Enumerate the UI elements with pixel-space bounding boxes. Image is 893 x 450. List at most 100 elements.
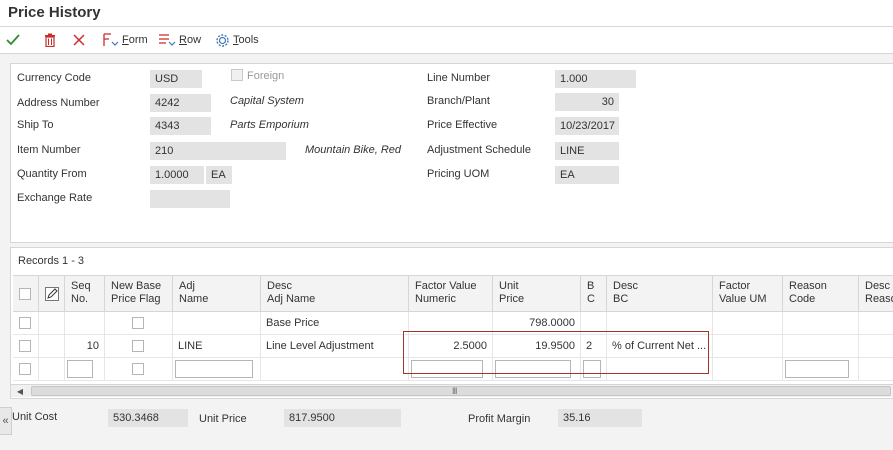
quantity-from-label: Quantity From <box>17 168 87 180</box>
cell-factor-um <box>713 358 783 381</box>
bc-input[interactable] <box>583 360 601 378</box>
address-number-label: Address Number <box>17 97 100 109</box>
cell-desc-bc: % of Current Net ... <box>607 335 713 358</box>
row-menu-button[interactable]: Row <box>158 31 201 49</box>
select-all-checkbox[interactable] <box>19 288 31 300</box>
col-header-factor[interactable]: Factor Value Numeric <box>409 276 493 312</box>
new-base-checkbox[interactable] <box>132 317 144 329</box>
cell-new-base <box>105 358 173 381</box>
cell-bc <box>581 312 607 335</box>
cancel-button[interactable] <box>72 31 86 49</box>
cell-desc-reason <box>859 358 893 381</box>
ship-to-field[interactable]: 4343 <box>150 117 211 135</box>
scroll-thumb[interactable]: III <box>31 386 891 396</box>
title-bar: Price History <box>0 0 893 27</box>
cell-unit-price: 19.9500 <box>493 335 581 358</box>
pricing-uom-field[interactable]: EA <box>555 166 619 184</box>
col-header-desc-adj[interactable]: Desc Adj Name <box>261 276 409 312</box>
trash-icon <box>45 33 55 47</box>
edit-pencil-icon[interactable] <box>45 287 59 301</box>
unit-cost-field[interactable]: 530.3468 <box>108 409 188 427</box>
unit-price-label: Unit Price <box>199 413 247 425</box>
profit-margin-label: Profit Margin <box>468 413 531 425</box>
tools-menu-button[interactable]: Tools <box>215 31 259 49</box>
col-header-new-base[interactable]: New Base Price Flag <box>105 276 173 312</box>
col-header-line1: Factor <box>719 280 751 292</box>
adjustment-schedule-field[interactable]: LINE <box>555 142 619 160</box>
col-header-line1: Desc <box>613 280 639 292</box>
col-header-line2: BC <box>613 293 629 305</box>
row-checkbox[interactable] <box>19 317 31 329</box>
exchange-rate-field[interactable] <box>150 190 230 208</box>
grid-panel: Records 1 - 3 Seq No. New Base Price Flag … <box>10 247 893 399</box>
branch-plant-label: Branch/Plant <box>427 95 490 107</box>
col-header-adj-name[interactable]: Adj Name <box>173 276 261 312</box>
quantity-uom-field[interactable]: EA <box>206 166 232 184</box>
ok-button[interactable] <box>6 31 20 49</box>
col-header-reason[interactable]: Reason Code <box>783 276 859 312</box>
row-select-cell <box>13 358 39 381</box>
foreign-checkbox[interactable] <box>231 69 243 81</box>
row-action-cell <box>39 335 65 358</box>
currency-code-field[interactable]: USD <box>150 70 202 88</box>
currency-code-label: Currency Code <box>17 72 91 84</box>
price-effective-field[interactable]: 10/23/2017 <box>555 117 619 135</box>
cell-desc-reason <box>859 312 893 335</box>
cell-desc-adj <box>261 358 409 381</box>
col-header-seq[interactable]: Seq No. <box>65 276 105 312</box>
unit-price-field[interactable]: 817.9500 <box>284 409 401 427</box>
col-header-factor-um[interactable]: Factor Value UM <box>713 276 783 312</box>
col-header-line1: Unit <box>499 280 519 292</box>
cell-new-base <box>105 335 173 358</box>
row-action-cell <box>39 358 65 381</box>
delete-button[interactable] <box>44 31 56 49</box>
reason-input[interactable] <box>785 360 849 378</box>
ship-to-desc: Parts Emporium <box>230 119 309 131</box>
header-panel: Currency Code USD Foreign Address Number… <box>10 63 893 243</box>
seq-input[interactable] <box>67 360 93 378</box>
factor-input[interactable] <box>411 360 483 378</box>
form-menu-label: Form <box>122 34 148 46</box>
item-number-field[interactable]: 210 <box>150 142 286 160</box>
col-header-line2: Numeric <box>415 293 456 305</box>
address-number-desc: Capital System <box>230 95 304 107</box>
cell-unit-price <box>493 358 581 381</box>
new-base-checkbox[interactable] <box>132 340 144 352</box>
unit-price-input[interactable] <box>495 360 571 378</box>
scroll-left-icon[interactable]: ◀ <box>13 386 27 397</box>
cell-reason <box>783 335 859 358</box>
address-number-field[interactable]: 4242 <box>150 94 211 112</box>
col-header-bc[interactable]: BC <box>581 276 607 312</box>
select-all-cell <box>13 276 39 312</box>
profit-margin-field[interactable]: 35.16 <box>558 409 642 427</box>
table-row-new[interactable] <box>13 358 893 381</box>
line-number-field[interactable]: 1.000 <box>555 70 636 88</box>
row-checkbox[interactable] <box>19 363 31 375</box>
col-header-desc-bc[interactable]: Desc BC <box>607 276 713 312</box>
col-header-line2: No. <box>71 293 89 305</box>
price-effective-label: Price Effective <box>427 119 498 131</box>
col-header-unit-price[interactable]: Unit Price <box>493 276 581 312</box>
table-row[interactable]: Base Price 798.0000 <box>13 312 893 335</box>
row-checkbox[interactable] <box>19 340 31 352</box>
adj-name-input[interactable] <box>175 360 253 378</box>
quantity-from-field[interactable]: 1.0000 <box>150 166 204 184</box>
branch-plant-field[interactable]: 30 <box>555 93 619 111</box>
col-header-line2: Adj Name <box>267 293 316 305</box>
cell-adj-name: LINE <box>173 335 261 358</box>
cell-desc-reason <box>859 335 893 358</box>
new-base-checkbox[interactable] <box>132 363 144 375</box>
cell-factor: 2.5000 <box>409 335 493 358</box>
page-title: Price History <box>8 4 101 21</box>
row-action-header <box>39 276 65 312</box>
horizontal-scrollbar[interactable]: ◀ III <box>11 384 893 397</box>
table-row[interactable]: 10 LINE Line Level Adjustment 2.5000 19.… <box>13 335 893 358</box>
cell-desc-adj: Base Price <box>261 312 409 335</box>
row-icon <box>159 34 176 46</box>
col-header-line2: Price Flag <box>111 293 161 305</box>
row-select-cell <box>13 312 39 335</box>
col-header-line1: Desc <box>865 280 891 292</box>
col-header-desc-reason[interactable]: DescReaso <box>859 276 893 312</box>
form-menu-button[interactable]: Form <box>102 31 148 49</box>
scroll-grip: III <box>452 386 457 396</box>
